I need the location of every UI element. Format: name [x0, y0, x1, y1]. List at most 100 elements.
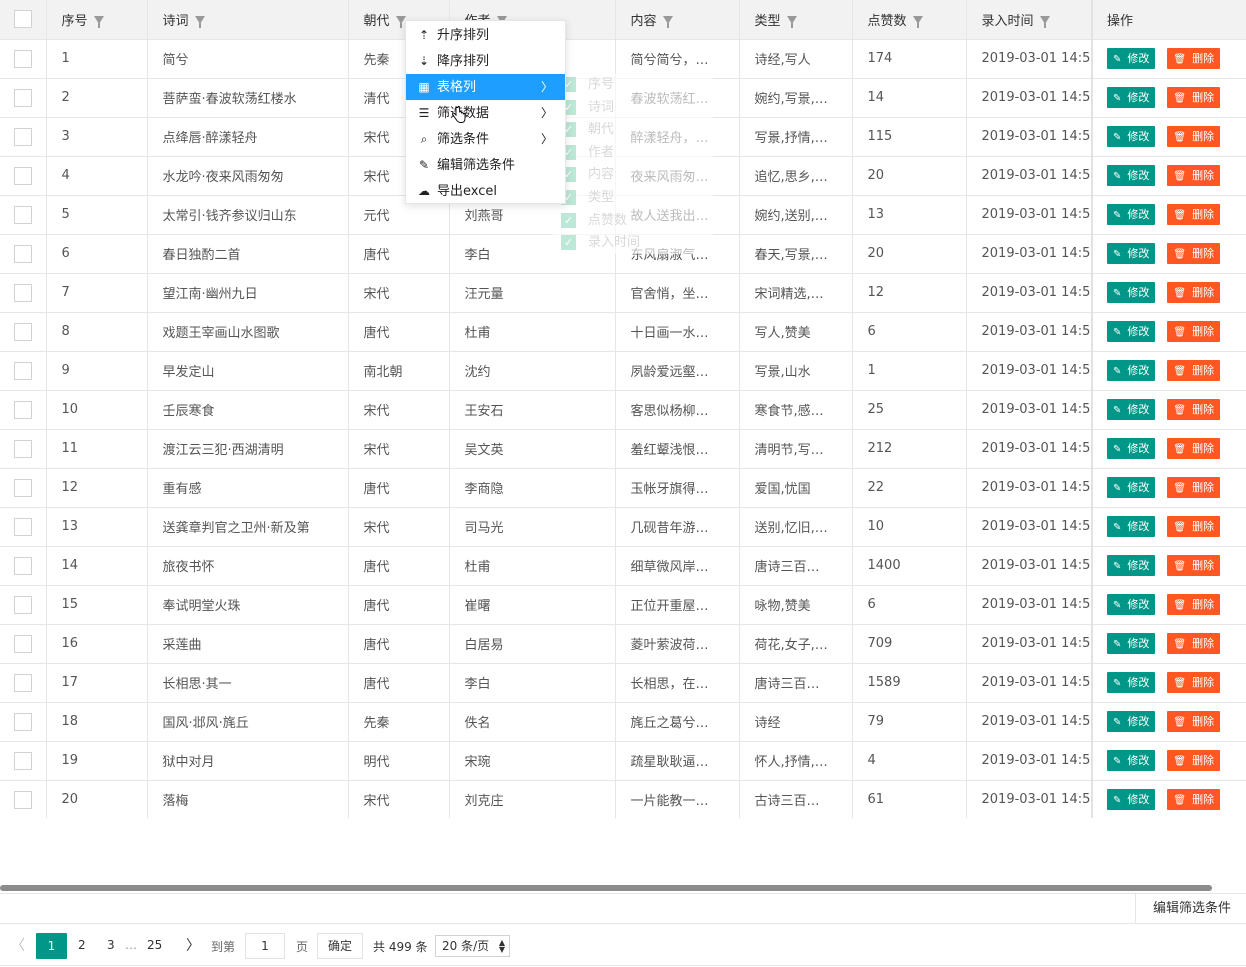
delete-button[interactable]: 🗑 删除	[1167, 711, 1221, 732]
delete-button[interactable]: 🗑 删除	[1167, 165, 1221, 186]
column-toggle-4[interactable]: ✓ 内容	[553, 164, 713, 187]
header-type[interactable]: 类型	[739, 0, 853, 40]
delete-button[interactable]: 🗑 删除	[1167, 789, 1221, 810]
edit-button[interactable]: ✎ 修改	[1107, 165, 1156, 186]
table-row[interactable]: 14 旅夜书怀 唐代 杜甫 细草微风岸… 唐诗三百… 1400 2019-03-…	[0, 546, 1246, 586]
column-toggle-0[interactable]: ✓ 序号	[553, 74, 713, 97]
filter-icon[interactable]	[786, 16, 797, 29]
edit-button[interactable]: ✎ 修改	[1107, 282, 1156, 303]
table-row[interactable]: 18 国风·邶风·旄丘 先秦 佚名 旄丘之葛兮… 诗经 79 2019-03-0…	[0, 702, 1246, 742]
delete-button[interactable]: 🗑 删除	[1167, 477, 1221, 498]
page-2[interactable]: 2	[78, 938, 86, 952]
page-size-select[interactable]: 20 条/页 ▲ ▼	[435, 935, 510, 957]
row-checkbox[interactable]	[13, 322, 32, 341]
delete-button[interactable]: 🗑 删除	[1167, 555, 1221, 576]
goto-page-input[interactable]	[245, 933, 285, 959]
page-3[interactable]: 3	[107, 938, 115, 952]
delete-button[interactable]: 🗑 删除	[1167, 399, 1221, 420]
edit-button[interactable]: ✎ 修改	[1107, 321, 1156, 342]
table-row[interactable]: 16 采莲曲 唐代 白居易 菱叶萦波荷… 荷花,女子,… 709 2019-03…	[0, 624, 1246, 664]
filter-icon[interactable]	[912, 16, 923, 29]
edit-button[interactable]: ✎ 修改	[1107, 750, 1156, 771]
delete-button[interactable]: 🗑 删除	[1167, 204, 1221, 225]
edit-button[interactable]: ✎ 修改	[1107, 399, 1156, 420]
delete-button[interactable]: 🗑 删除	[1167, 516, 1221, 537]
header-content[interactable]: 内容	[615, 0, 740, 40]
table-row[interactable]: 8 戏题王宰画山水图歌 唐代 杜甫 十日画一水… 写人,赞美 6 2019-03…	[0, 312, 1246, 352]
checkbox-checked-icon[interactable]: ✓	[561, 212, 576, 228]
delete-button[interactable]: 🗑 删除	[1167, 243, 1221, 264]
row-checkbox[interactable]	[13, 712, 32, 731]
header-seq[interactable]: 序号	[46, 0, 148, 40]
row-checkbox[interactable]	[13, 556, 32, 575]
edit-button[interactable]: ✎ 修改	[1107, 633, 1156, 654]
edit-button[interactable]: ✎ 修改	[1107, 48, 1156, 69]
delete-button[interactable]: 🗑 删除	[1167, 126, 1221, 147]
menu-item-0[interactable]: ⇡ 升序排列	[406, 22, 565, 48]
edit-button[interactable]: ✎ 修改	[1107, 516, 1156, 537]
row-checkbox[interactable]	[13, 127, 32, 146]
goto-confirm-button[interactable]: 确定	[317, 933, 363, 959]
table-row[interactable]: 9 早发定山 南北朝 沈约 夙龄爱远壑… 写景,山水 1 2019-03-01 …	[0, 351, 1246, 391]
page-current[interactable]: 1	[36, 933, 67, 959]
edit-button[interactable]: ✎ 修改	[1107, 243, 1156, 264]
row-checkbox[interactable]	[13, 283, 32, 302]
column-toggle-3[interactable]: ✓ 作者	[553, 142, 713, 165]
edit-button[interactable]: ✎ 修改	[1107, 555, 1156, 576]
row-checkbox[interactable]	[13, 595, 32, 614]
table-row[interactable]: 13 送龚章判官之卫州·新及第 宋代 司马光 几砚昔年游… 送别,忆旧,… 10…	[0, 507, 1246, 547]
row-checkbox[interactable]	[13, 400, 32, 419]
menu-item-3[interactable]: ☰筛选数据〉	[406, 100, 565, 126]
row-checkbox[interactable]	[13, 790, 32, 809]
table-row[interactable]: 10 壬辰寒食 宋代 王安石 客思似杨柳… 寒食节,感… 25 2019-03-…	[0, 390, 1246, 430]
menu-item-2[interactable]: ▦ 表格列 〉	[406, 74, 565, 100]
table-row[interactable]: 15 奉试明堂火珠 唐代 崔曙 正位开重屋… 咏物,赞美 6 2019-03-0…	[0, 585, 1246, 625]
filter-icon[interactable]	[194, 16, 205, 29]
delete-button[interactable]: 🗑 删除	[1167, 321, 1221, 342]
edit-button[interactable]: ✎ 修改	[1107, 87, 1156, 108]
row-checkbox[interactable]	[13, 49, 32, 68]
column-toggle-1[interactable]: ✓ 诗词	[553, 97, 713, 120]
table-row[interactable]: 1 简兮 先秦 简兮简兮，… 诗经,写人 174 2019-03-01 14:5…	[0, 39, 1246, 79]
edit-button[interactable]: ✎ 修改	[1107, 594, 1156, 615]
row-checkbox[interactable]	[13, 634, 32, 653]
delete-button[interactable]: 🗑 删除	[1167, 750, 1221, 771]
menu-item-4[interactable]: ⌕ 筛选条件 〉	[406, 126, 565, 152]
header-poem[interactable]: 诗词	[147, 0, 349, 40]
edit-button[interactable]: ✎ 修改	[1107, 672, 1156, 693]
edit-button[interactable]: ✎ 修改	[1107, 477, 1156, 498]
menu-item-1[interactable]: ⇣ 降序排列	[406, 48, 565, 74]
table-row[interactable]: 7 望江南·幽州九日 宋代 汪元量 官舍悄，坐… 宋词精选,… 12 2019-…	[0, 273, 1246, 313]
column-toggle-5[interactable]: ✓ 类型	[553, 187, 713, 210]
row-checkbox[interactable]	[13, 517, 32, 536]
delete-button[interactable]: 🗑 删除	[1167, 282, 1221, 303]
row-checkbox[interactable]	[13, 478, 32, 497]
header-time[interactable]: 录入时间	[966, 0, 1093, 40]
row-checkbox[interactable]	[13, 166, 32, 185]
menu-item-5[interactable]: ✎ 编辑筛选条件	[406, 152, 565, 178]
table-row[interactable]: 19 狱中对月 明代 宋琬 疏星耿耿逼… 怀人,抒情,… 4 2019-03-0…	[0, 741, 1246, 781]
row-checkbox[interactable]	[13, 244, 32, 263]
prev-page-icon[interactable]: 〈	[11, 935, 25, 955]
column-toggle-6[interactable]: ✓ 点赞数	[553, 210, 713, 233]
row-checkbox[interactable]	[13, 205, 32, 224]
edit-button[interactable]: ✎ 修改	[1107, 126, 1156, 147]
filter-icon[interactable]	[662, 16, 673, 29]
row-checkbox[interactable]	[13, 361, 32, 380]
column-toggle-2[interactable]: ✓ 朝代	[553, 119, 713, 142]
edit-button[interactable]: ✎ 修改	[1107, 711, 1156, 732]
checkbox-checked-icon[interactable]: ✓	[561, 235, 576, 251]
column-toggle-7[interactable]: ✓ 录入时间	[553, 232, 713, 255]
row-checkbox[interactable]	[13, 673, 32, 692]
delete-button[interactable]: 🗑 删除	[1167, 672, 1221, 693]
edit-button[interactable]: ✎ 修改	[1107, 204, 1156, 225]
horizontal-scrollbar-thumb[interactable]	[0, 885, 1212, 891]
delete-button[interactable]: 🗑 删除	[1167, 594, 1221, 615]
edit-button[interactable]: ✎ 修改	[1107, 438, 1156, 459]
table-row[interactable]: 12 重有感 唐代 李商隐 玉帐牙旗得… 爱国,忧国 22 2019-03-01…	[0, 468, 1246, 508]
table-row[interactable]: 11 渡江云三犯·西湖清明 宋代 吴文英 羞红颦浅恨… 清明节,写… 212 2…	[0, 429, 1246, 469]
next-page-icon[interactable]: 〉	[186, 935, 200, 955]
table-row[interactable]: 17 长相思·其一 唐代 李白 长相思，在… 唐诗三百… 1589 2019-0…	[0, 663, 1246, 703]
edit-filter-button[interactable]: 编辑筛选条件	[1134, 894, 1246, 923]
delete-button[interactable]: 🗑 删除	[1167, 48, 1221, 69]
